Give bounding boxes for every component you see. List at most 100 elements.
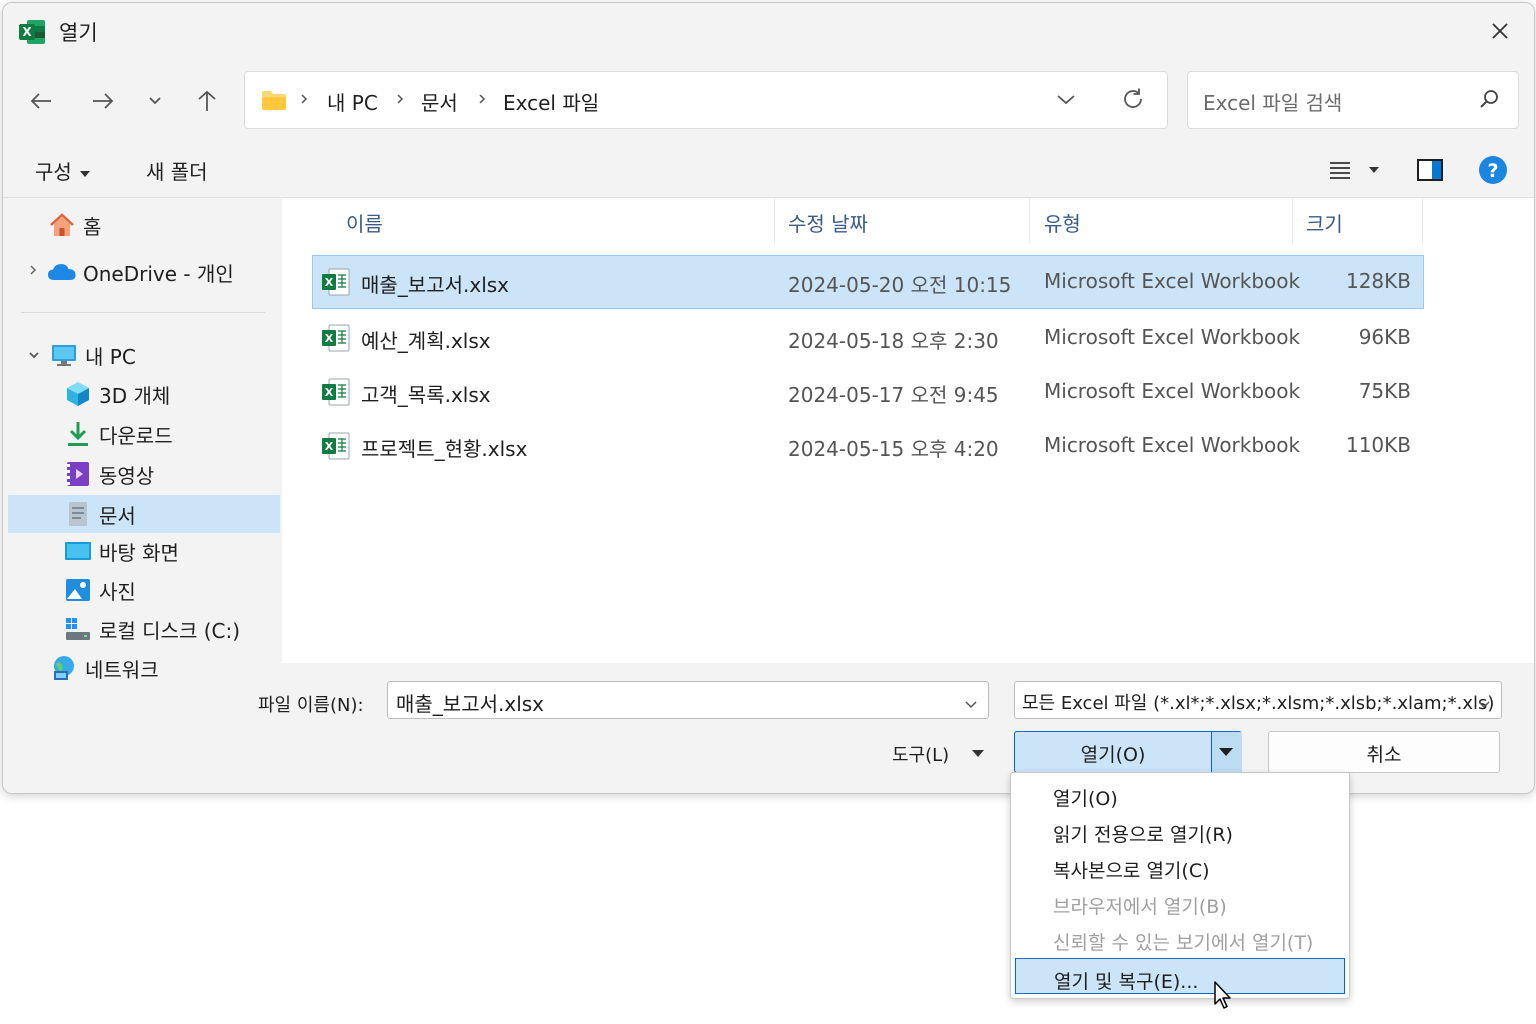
sidebar-item-label: 사진 — [99, 579, 136, 604]
close-icon[interactable] — [1484, 15, 1516, 47]
file-type: Microsoft Excel Workbook — [1044, 433, 1301, 457]
sidebar-item-label: OneDrive - 개인 — [83, 261, 234, 286]
sidebar-item-network[interactable]: 네트워크 — [49, 649, 159, 687]
chevron-down-icon — [1477, 695, 1491, 714]
refresh-icon[interactable] — [1120, 86, 1146, 116]
file-row[interactable]: X 고객_목록.xlsx 2024-05-17 오전 9:45 Microsof… — [312, 365, 1424, 419]
filetype-select[interactable]: 모든 Excel 파일 (*.xl*;*.xlsx;*.xlsm;*.xlsb;… — [1014, 681, 1502, 719]
help-icon[interactable]: ? — [1477, 154, 1509, 190]
file-type: Microsoft Excel Workbook — [1044, 269, 1301, 293]
svg-text:X: X — [22, 25, 32, 39]
excel-app-icon: X — [18, 18, 46, 46]
network-icon — [49, 653, 79, 683]
chevron-down-icon[interactable] — [964, 695, 978, 714]
column-divider[interactable] — [774, 198, 775, 244]
menu-item-open-protected-view: 신뢰할 수 있는 보기에서 열기(T) — [1015, 920, 1345, 956]
tools-menu-button[interactable]: 도구(L) — [892, 741, 949, 767]
menu-item-label: 신뢰할 수 있는 보기에서 열기(T) — [1053, 932, 1314, 954]
menu-item-open-and-repair[interactable]: 열기 및 복구(E)... — [1015, 958, 1345, 994]
sidebar-item-label: 다운로드 — [99, 423, 173, 448]
command-bar: 구성 새 폴더 ? — [3, 143, 1534, 198]
sidebar-item-label: 로컬 디스크 (C:) — [99, 618, 241, 643]
sidebar-item-label: 네트워크 — [85, 657, 159, 682]
column-divider[interactable] — [1422, 198, 1423, 244]
sidebar-item-local-disk[interactable]: 로컬 디스크 (C:) — [63, 610, 240, 648]
file-date: 2024-05-17 오전 9:45 — [788, 383, 999, 407]
column-header-name[interactable]: 이름 — [346, 208, 383, 237]
breadcrumb-chevron-icon — [395, 89, 405, 113]
view-options-caret-icon[interactable] — [1369, 167, 1379, 173]
menu-item-label: 읽기 전용으로 열기(R) — [1053, 824, 1233, 846]
file-type: Microsoft Excel Workbook — [1044, 379, 1301, 403]
computer-monitor-icon — [49, 340, 79, 370]
menu-item-open-as-copy[interactable]: 복사본으로 열기(C) — [1015, 848, 1345, 884]
sidebar-item-desktop[interactable]: 바탕 화면 — [63, 532, 179, 570]
sidebar-item-onedrive[interactable]: OneDrive - 개인 — [47, 253, 234, 291]
file-date: 2024-05-15 오후 4:20 — [788, 437, 999, 461]
file-row[interactable]: X 예산_계획.xlsx 2024-05-18 오후 2:30 Microsof… — [312, 311, 1424, 365]
column-divider[interactable] — [1029, 198, 1030, 244]
sidebar-item-label: 문서 — [99, 503, 136, 528]
column-divider[interactable] — [1292, 198, 1293, 244]
recent-locations-chevron-icon[interactable] — [137, 83, 173, 119]
address-dropdown-icon[interactable] — [1055, 89, 1077, 113]
sidebar-item-3d-objects[interactable]: 3D 개체 — [63, 375, 170, 413]
collapse-chevron-icon[interactable] — [27, 346, 41, 365]
menu-item-open[interactable]: 열기(O) — [1015, 776, 1345, 812]
sidebar-item-downloads[interactable]: 다운로드 — [63, 415, 173, 453]
sidebar-item-pictures[interactable]: 사진 — [63, 571, 136, 609]
back-arrow-icon[interactable] — [23, 83, 59, 119]
breadcrumb-excel-files[interactable]: Excel 파일 — [503, 87, 599, 116]
folder-icon — [261, 89, 287, 115]
excel-file-icon: X — [321, 378, 351, 410]
cancel-button-label: 취소 — [1366, 744, 1402, 766]
mouse-pointer-icon — [1213, 980, 1233, 1014]
sidebar-item-home[interactable]: 홈 — [47, 206, 101, 244]
column-header-type[interactable]: 유형 — [1044, 208, 1081, 237]
sidebar-item-documents[interactable]: 문서 — [8, 495, 280, 533]
preview-pane-icon[interactable] — [1415, 155, 1445, 189]
sidebar-item-videos[interactable]: 동영상 — [63, 455, 154, 493]
forward-arrow-icon[interactable] — [85, 83, 121, 119]
new-folder-button[interactable]: 새 폴더 — [146, 156, 208, 185]
search-input[interactable]: Excel 파일 검색 — [1187, 71, 1519, 129]
caret-down-icon[interactable] — [972, 750, 984, 757]
search-icon[interactable] — [1478, 88, 1500, 114]
sidebar-item-label: 홈 — [83, 214, 102, 239]
breadcrumb-documents[interactable]: 문서 — [421, 87, 458, 116]
sidebar-item-this-pc[interactable]: 내 PC — [49, 336, 136, 374]
cancel-button[interactable]: 취소 — [1268, 731, 1500, 773]
up-arrow-icon[interactable] — [189, 83, 225, 119]
svg-text:X: X — [325, 386, 334, 399]
organize-menu-button[interactable]: 구성 — [35, 156, 90, 185]
title-bar: X 열기 — [3, 3, 1534, 59]
search-placeholder: Excel 파일 검색 — [1203, 91, 1343, 115]
menu-item-open-read-only[interactable]: 읽기 전용으로 열기(R) — [1015, 812, 1345, 848]
open-options-dropdown-button[interactable] — [1211, 732, 1242, 772]
breadcrumb-chevron-icon — [477, 89, 487, 113]
open-split-button[interactable]: 열기(O) — [1014, 731, 1242, 773]
3d-cube-icon — [63, 379, 93, 409]
file-name: 프로젝트_현황.xlsx — [361, 437, 528, 461]
column-header-date[interactable]: 수정 날짜 — [788, 208, 868, 237]
menu-item-label: 브라우저에서 열기(B) — [1053, 896, 1227, 918]
expand-chevron-icon[interactable] — [27, 262, 39, 281]
address-bar[interactable]: 내 PC 문서 Excel 파일 — [244, 71, 1168, 129]
view-list-icon[interactable] — [1325, 155, 1355, 189]
svg-text:X: X — [325, 276, 334, 289]
excel-file-icon: X — [321, 268, 351, 300]
breadcrumb-this-pc[interactable]: 내 PC — [327, 87, 378, 116]
file-row[interactable]: X 매출_보고서.xlsx 2024-05-20 오전 10:15 Micros… — [312, 255, 1424, 309]
open-button-label[interactable]: 열기(O) — [1015, 740, 1211, 767]
menu-item-label: 복사본으로 열기(C) — [1053, 860, 1210, 882]
file-size: 110KB — [1345, 433, 1411, 457]
home-icon — [47, 210, 77, 240]
svg-text:X: X — [325, 332, 334, 345]
filename-input[interactable]: 매출_보고서.xlsx — [387, 681, 989, 719]
dialog-title: 열기 — [59, 21, 98, 45]
file-row[interactable]: X 프로젝트_현황.xlsx 2024-05-15 오후 4:20 Micros… — [312, 419, 1424, 473]
column-header-size[interactable]: 크기 — [1306, 208, 1343, 237]
file-size: 128KB — [1345, 269, 1411, 293]
file-size: 96KB — [1358, 325, 1411, 349]
picture-icon — [63, 575, 93, 605]
